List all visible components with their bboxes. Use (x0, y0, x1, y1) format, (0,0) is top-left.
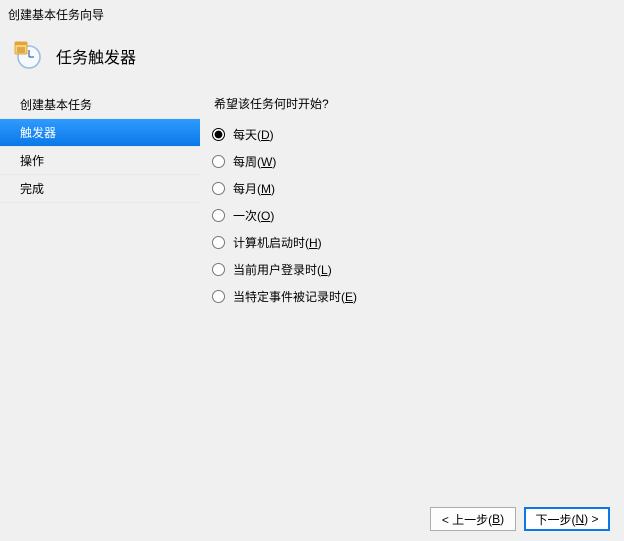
wizard-main: 希望该任务何时开始? 每天(D) 每周(W) 每月(M) 一次(O) 计算机启动时(H)… (200, 91, 624, 471)
trigger-radio-o[interactable] (212, 209, 225, 222)
trigger-option-l[interactable]: 当前用户登录时(L) (212, 261, 614, 278)
trigger-option-label: 每天(D) (233, 126, 274, 143)
wizard-footer: < 上一步(B) 下一步(N) > (430, 507, 610, 531)
trigger-option-label: 当特定事件被记录时(E) (233, 288, 357, 305)
window-title: 创建基本任务向导 (0, 0, 624, 23)
trigger-option-o[interactable]: 一次(O) (212, 207, 614, 224)
trigger-option-d[interactable]: 每天(D) (212, 126, 614, 143)
sidebar-step-0[interactable]: 创建基本任务 (0, 91, 200, 119)
trigger-option-w[interactable]: 每周(W) (212, 153, 614, 170)
sidebar-step-2[interactable]: 操作 (0, 147, 200, 175)
trigger-option-label: 计算机启动时(H) (233, 234, 322, 251)
trigger-option-label: 每月(M) (233, 180, 275, 197)
task-scheduler-icon (14, 41, 44, 71)
back-button[interactable]: < 上一步(B) (430, 507, 516, 531)
trigger-option-h[interactable]: 计算机启动时(H) (212, 234, 614, 251)
trigger-radio-l[interactable] (212, 263, 225, 276)
trigger-option-m[interactable]: 每月(M) (212, 180, 614, 197)
wizard-window: 创建基本任务向导 任务触发器 创建基本任务触发器操作完成 希望该任务何时开始? … (0, 0, 624, 541)
trigger-options: 每天(D) 每周(W) 每月(M) 一次(O) 计算机启动时(H) 当前用户登录时(L) 当… (210, 126, 614, 305)
trigger-prompt: 希望该任务何时开始? (210, 95, 614, 112)
trigger-radio-e[interactable] (212, 290, 225, 303)
trigger-option-e[interactable]: 当特定事件被记录时(E) (212, 288, 614, 305)
sidebar-step-3[interactable]: 完成 (0, 175, 200, 203)
trigger-option-label: 每周(W) (233, 153, 276, 170)
next-button[interactable]: 下一步(N) > (524, 507, 610, 531)
wizard-header: 任务触发器 (0, 23, 624, 91)
trigger-radio-m[interactable] (212, 182, 225, 195)
trigger-option-label: 一次(O) (233, 207, 274, 224)
trigger-option-label: 当前用户登录时(L) (233, 261, 332, 278)
wizard-body: 创建基本任务触发器操作完成 希望该任务何时开始? 每天(D) 每周(W) 每月(M)… (0, 91, 624, 471)
trigger-radio-w[interactable] (212, 155, 225, 168)
wizard-sidebar: 创建基本任务触发器操作完成 (0, 91, 200, 471)
trigger-radio-d[interactable] (212, 128, 225, 141)
sidebar-step-1[interactable]: 触发器 (0, 119, 200, 147)
trigger-radio-h[interactable] (212, 236, 225, 249)
page-title: 任务触发器 (56, 44, 136, 68)
